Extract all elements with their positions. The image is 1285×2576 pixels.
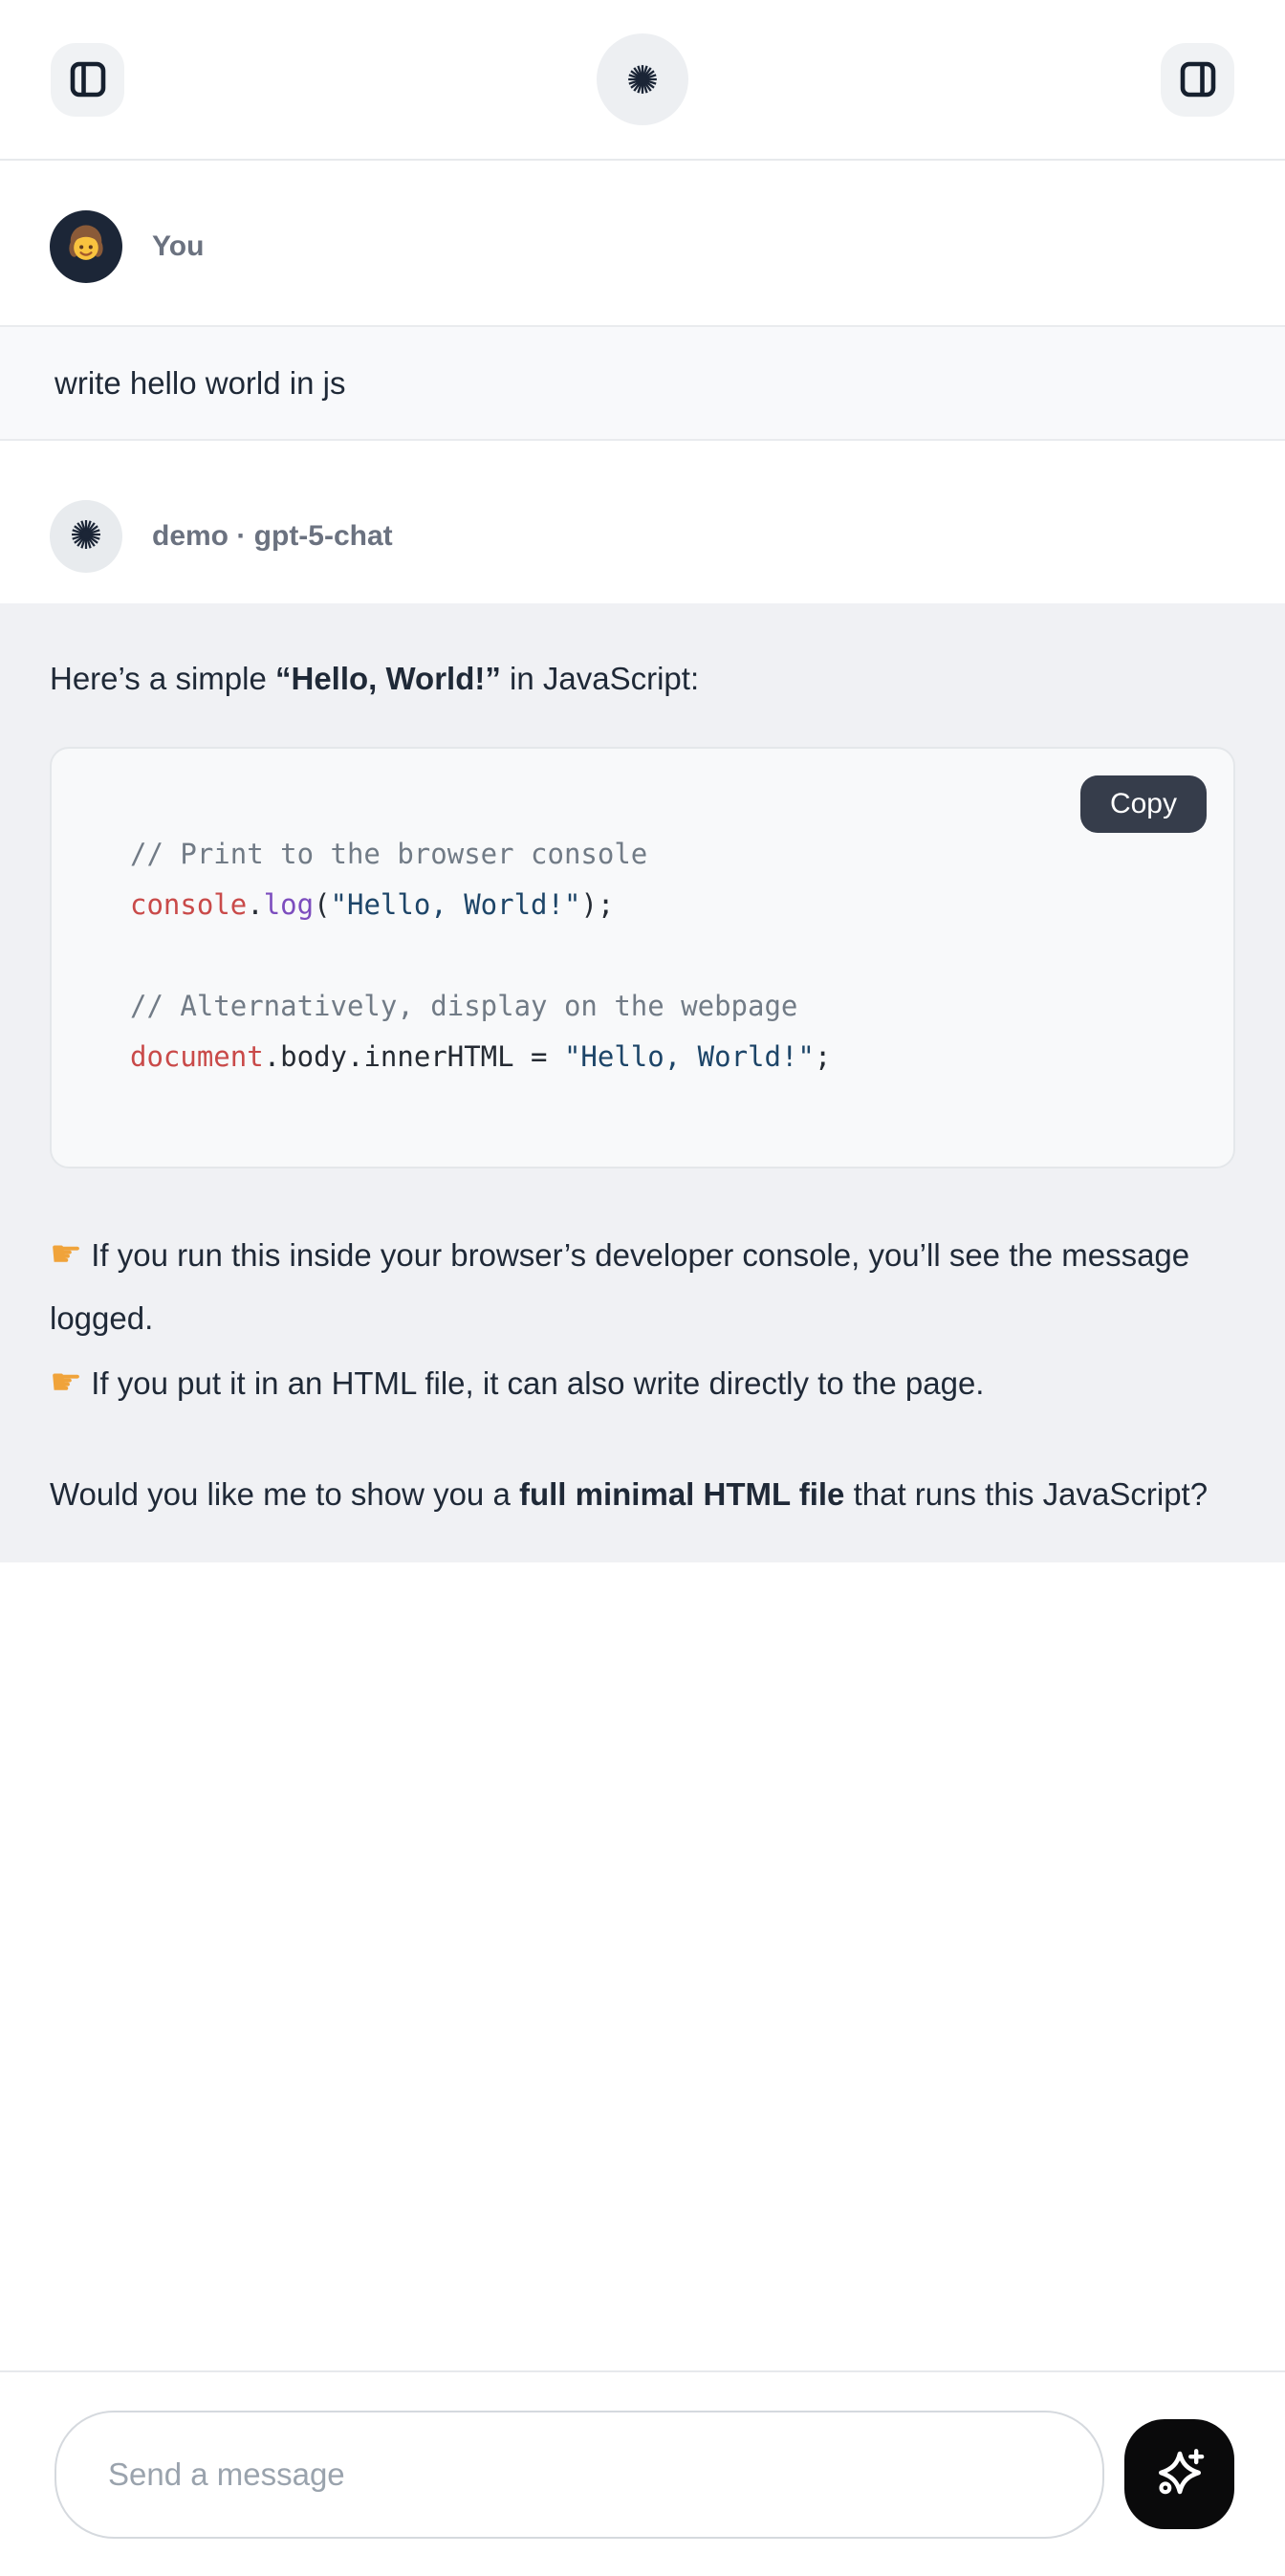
conversation-area: You write hello world in js: [0, 161, 1285, 2370]
user-sender-label: You: [152, 230, 204, 263]
send-button[interactable]: [1124, 2419, 1234, 2529]
sparkle-plus-icon: [1148, 2441, 1211, 2507]
copy-code-button[interactable]: Copy: [1080, 775, 1207, 833]
code-content: // Print to the browser consoleconsole.l…: [130, 829, 1195, 1082]
chat-app: You write hello world in js: [0, 0, 1285, 2576]
message-input[interactable]: [54, 2411, 1104, 2539]
model-burst-button[interactable]: [597, 33, 688, 125]
starburst-icon: [622, 59, 663, 99]
assistant-message: Here’s a simple “Hello, World!” in JavaS…: [0, 603, 1285, 1562]
assistant-paragraph: Would you like me to show you a full min…: [50, 1463, 1235, 1526]
pointing-right-icon: ☛: [50, 1361, 82, 1403]
toggle-left-sidebar-button[interactable]: [51, 43, 124, 117]
top-bar: [0, 0, 1285, 161]
panel-left-icon: [65, 56, 111, 102]
panel-right-icon: [1175, 56, 1221, 102]
user-sender-row: You: [50, 210, 1285, 283]
message-composer: [0, 2370, 1285, 2576]
pointing-right-icon: ☛: [50, 1233, 82, 1275]
assistant-intro-text: Here’s a simple “Hello, World!” in JavaS…: [50, 647, 1235, 710]
person-emoji-icon: [58, 217, 114, 277]
code-block: Copy // Print to the browser consolecons…: [50, 747, 1235, 1168]
assistant-sender-row: demo · gpt-5-chat: [50, 500, 1285, 573]
starburst-icon: [67, 515, 105, 558]
user-message-text: write hello world in js: [54, 365, 345, 402]
user-message: write hello world in js: [0, 325, 1285, 441]
user-avatar: [50, 210, 122, 283]
assistant-paragraph: ☛ If you run this inside your browser’s …: [50, 1222, 1235, 1415]
assistant-avatar: [50, 500, 122, 573]
toggle-right-sidebar-button[interactable]: [1161, 43, 1234, 117]
assistant-sender-label: demo · gpt-5-chat: [152, 520, 393, 553]
